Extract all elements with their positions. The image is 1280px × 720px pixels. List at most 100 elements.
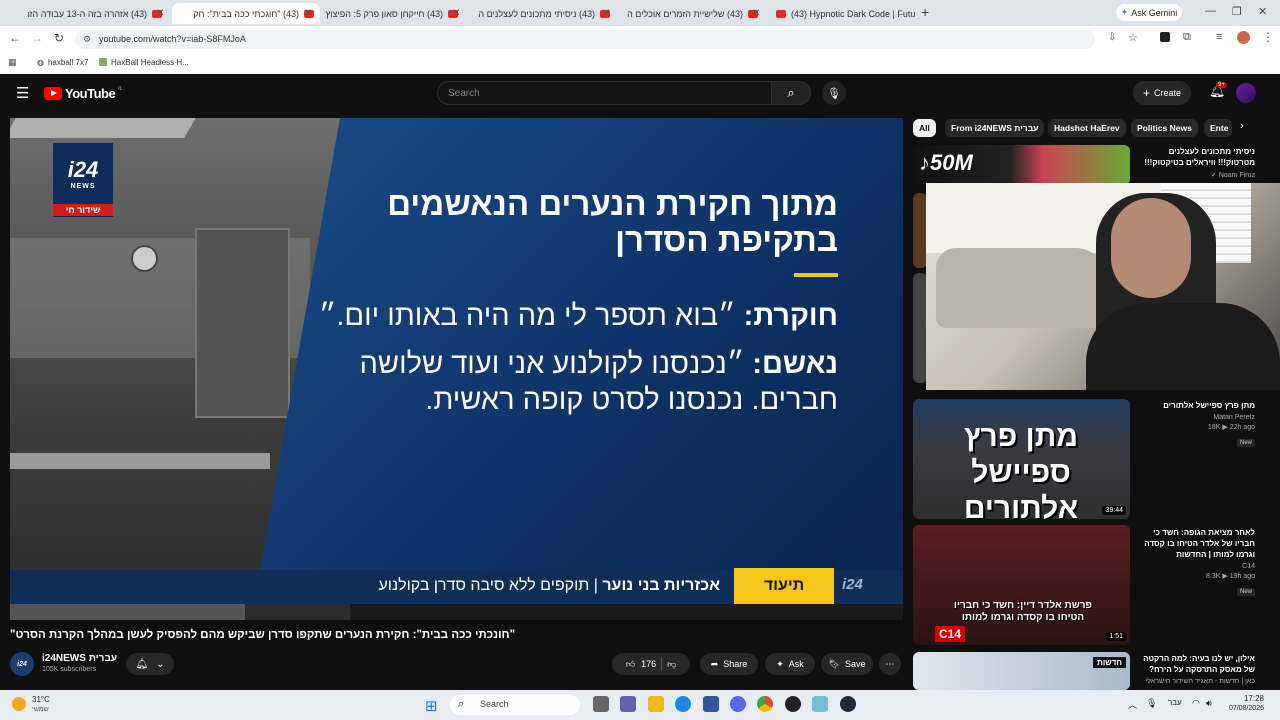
new-tab-icon[interactable]: + [921,4,929,20]
thumbnail-kan[interactable]: חדשות [913,652,1130,690]
clock-time[interactable]: 17:28 [1222,694,1264,703]
browser-tab[interactable]: (43) ניסיתי מתכונים לעצלנים ה ✕ [472,3,616,24]
country-code: IL [118,85,123,92]
discord-icon[interactable] [730,696,746,712]
back-icon[interactable]: ← [9,31,21,45]
browser-tab[interactable]: (43) אזהרה בזה ה-13 עבודה הזהרה ✕ [28,3,168,24]
weather-sun-icon[interactable] [12,697,26,711]
forward-icon[interactable]: → [31,31,43,45]
video-player[interactable]: מתוך חקירת הנערים הנאשמים בתקיפת הסדרן ח… [10,118,903,620]
channel-name[interactable]: i24NEWS עברית [42,653,117,664]
profile-avatar[interactable] [1237,31,1250,44]
sidebar-item-channel: C14 [1242,563,1255,570]
sidebar-item[interactable]: ניסיתי מתכונים לעצלנים מטרטוק!!! וויראלי… [1135,146,1255,179]
windows-start-icon[interactable]: ⊞ [425,697,438,715]
like-button[interactable]: 👍︎ 176 [626,659,656,670]
browser-tab[interactable]: (43) Hypnotic Dark Code | Futu [770,3,915,24]
input-language[interactable]: עבר [1168,698,1182,707]
menu-kebab-icon[interactable]: ⋮ [1262,30,1274,44]
chevron-right-icon[interactable]: › [1240,120,1244,132]
sidebar-item[interactable]: אילון, יש לנו בעיה: למה הרקטה של מאסק הת… [1135,653,1255,685]
chip-entertainment[interactable]: Ente [1204,119,1232,137]
logo-sub: NEWS [70,183,96,190]
thumbnail-c14[interactable]: פרשת אלדר דיין: חשד כי חבריו הטיחו בו קס… [913,525,1130,645]
like-dislike-group: 👍︎ 176 👎︎ [612,653,690,675]
sidebar-item-channel: כאן | חדשות - תאגיד השידור הישראלי [1145,678,1255,685]
ask-gemini-button[interactable]: ✦ Ask Gemini [1116,4,1182,21]
bookmark-haxball[interactable]: ◍ haxball 7x7 [37,58,88,67]
taskbar-search[interactable]: ⌕ Search [450,695,580,715]
close-tab-icon[interactable]: ✕ [752,8,760,19]
extension-icon[interactable] [1160,32,1170,42]
microphone-icon: 🎙︎ [827,87,841,100]
voice-search-button[interactable]: 🎙︎ [822,81,846,105]
steam-icon[interactable] [840,696,856,712]
chip-politics[interactable]: Politics News [1131,119,1198,137]
thumbnail-tiktok[interactable]: ♪50M [913,145,1130,185]
ask-button[interactable]: ✦ Ask [765,653,815,675]
media-control-icon[interactable]: ≡ [1216,31,1222,43]
sidebar-item-stats: 8.3K ▶ 19h ago [1135,572,1255,580]
apps-grid-icon[interactable]: ▦ [8,57,17,68]
chip-all[interactable]: All [913,119,936,137]
close-window-icon[interactable]: ✕ [1258,5,1267,18]
extensions-puzzle-icon[interactable]: ⧉ [1183,31,1191,44]
github-icon[interactable] [785,696,801,712]
address-bar[interactable]: ⚙ youtube.com/watch?v=iab-S8FMJoA [75,30,1095,49]
chrome-icon[interactable] [757,696,773,712]
subscription-bell-button[interactable]: 🔔︎ ⌄ [126,653,174,675]
minimize-icon[interactable]: — [1205,5,1216,17]
share-button[interactable]: ➦ Share [700,653,758,675]
site-info-icon[interactable]: ⚙ [83,34,91,45]
bookmark-haxball-headless[interactable]: HaxBall Headless H... [99,58,189,67]
dislike-button[interactable]: 👎︎ [667,659,676,670]
close-tab-icon[interactable]: ✕ [304,8,312,19]
hamburger-menu-icon[interactable]: ☰ [16,84,29,102]
more-actions-button[interactable]: ⋯ [879,653,901,675]
task-view-icon[interactable] [593,696,609,712]
microphone-tray-icon[interactable]: 🎙︎ [1146,698,1157,709]
sidebar-item[interactable]: מתן פרץ ספיישל אלתורים Matan Peretz 18K … [1135,400,1255,449]
install-app-icon[interactable]: ⇩ [1108,32,1116,43]
speaker-icon[interactable]: 🔊︎ [1206,698,1212,709]
browser-tab[interactable]: (43) שלישיית הזמרים אוכלים ה ✕ [622,3,764,24]
edge-icon[interactable] [675,696,691,712]
file-explorer-icon[interactable] [648,696,664,712]
gemini-icon: ✦ [1120,7,1129,17]
clock-date[interactable]: 07/08/2026 [1222,705,1264,712]
thumbnail-partial[interactable] [913,273,927,383]
maximize-icon[interactable]: ❐ [1232,5,1242,18]
thumbnail-matan[interactable]: מתן פרץ ספיישל אלתורים 39:44 [913,399,1130,519]
close-tab-icon[interactable]: ✕ [602,8,610,19]
search-icon: ⌕ [787,85,795,100]
show-hidden-icons-icon[interactable]: ︿ [1128,698,1137,711]
thumbs-up-icon: 👍︎ [625,658,636,669]
kan-news-badge: חדשות [1093,657,1126,668]
create-button[interactable]: + Create [1133,81,1191,105]
wifi-icon[interactable]: ◠ [1192,698,1200,709]
browser-tab[interactable]: (43) חייקחן סאון פרק 5: הפיצוץ ✕ [324,3,464,24]
share-label: Share [723,659,748,669]
search-input[interactable]: Search [437,81,772,105]
sidebar-item[interactable]: לאחר מציאת הגופה: חשד כי חבריו של אלדר ה… [1135,527,1255,598]
reload-icon[interactable]: ↻ [54,31,64,45]
teams-icon[interactable] [620,696,636,712]
sparkle-icon: ✦ [776,658,784,669]
chip-hadshot[interactable]: Hadshot HaErev [1048,119,1126,137]
close-tab-icon[interactable]: ✕ [156,8,164,19]
store-icon[interactable] [703,696,719,712]
chip-from-channel[interactable]: From i24NEWS עברית [945,119,1045,137]
save-button[interactable]: 🔖︎ Save [821,653,873,675]
account-avatar[interactable] [1236,83,1256,103]
app-icon[interactable] [812,696,828,712]
search-button[interactable]: ⌕ [771,81,811,105]
thumbnail-partial[interactable] [913,193,927,268]
bookmark-star-icon[interactable]: ☆ [1128,31,1138,44]
browser-tab-active[interactable]: (43) "חוגכתי ככה בבית": חק ✕ [172,3,320,24]
channel-avatar[interactable]: i24 [10,652,34,676]
weather-temp[interactable]: 31°C [32,695,50,704]
channel-bug: i24 [842,576,863,593]
lower-third-text: אכזריות בני נוער | תוקפים ללא סיבה סדרן … [378,577,720,595]
youtube-logo[interactable]: YouTube IL [44,86,122,101]
close-tab-icon[interactable]: ✕ [452,8,460,19]
